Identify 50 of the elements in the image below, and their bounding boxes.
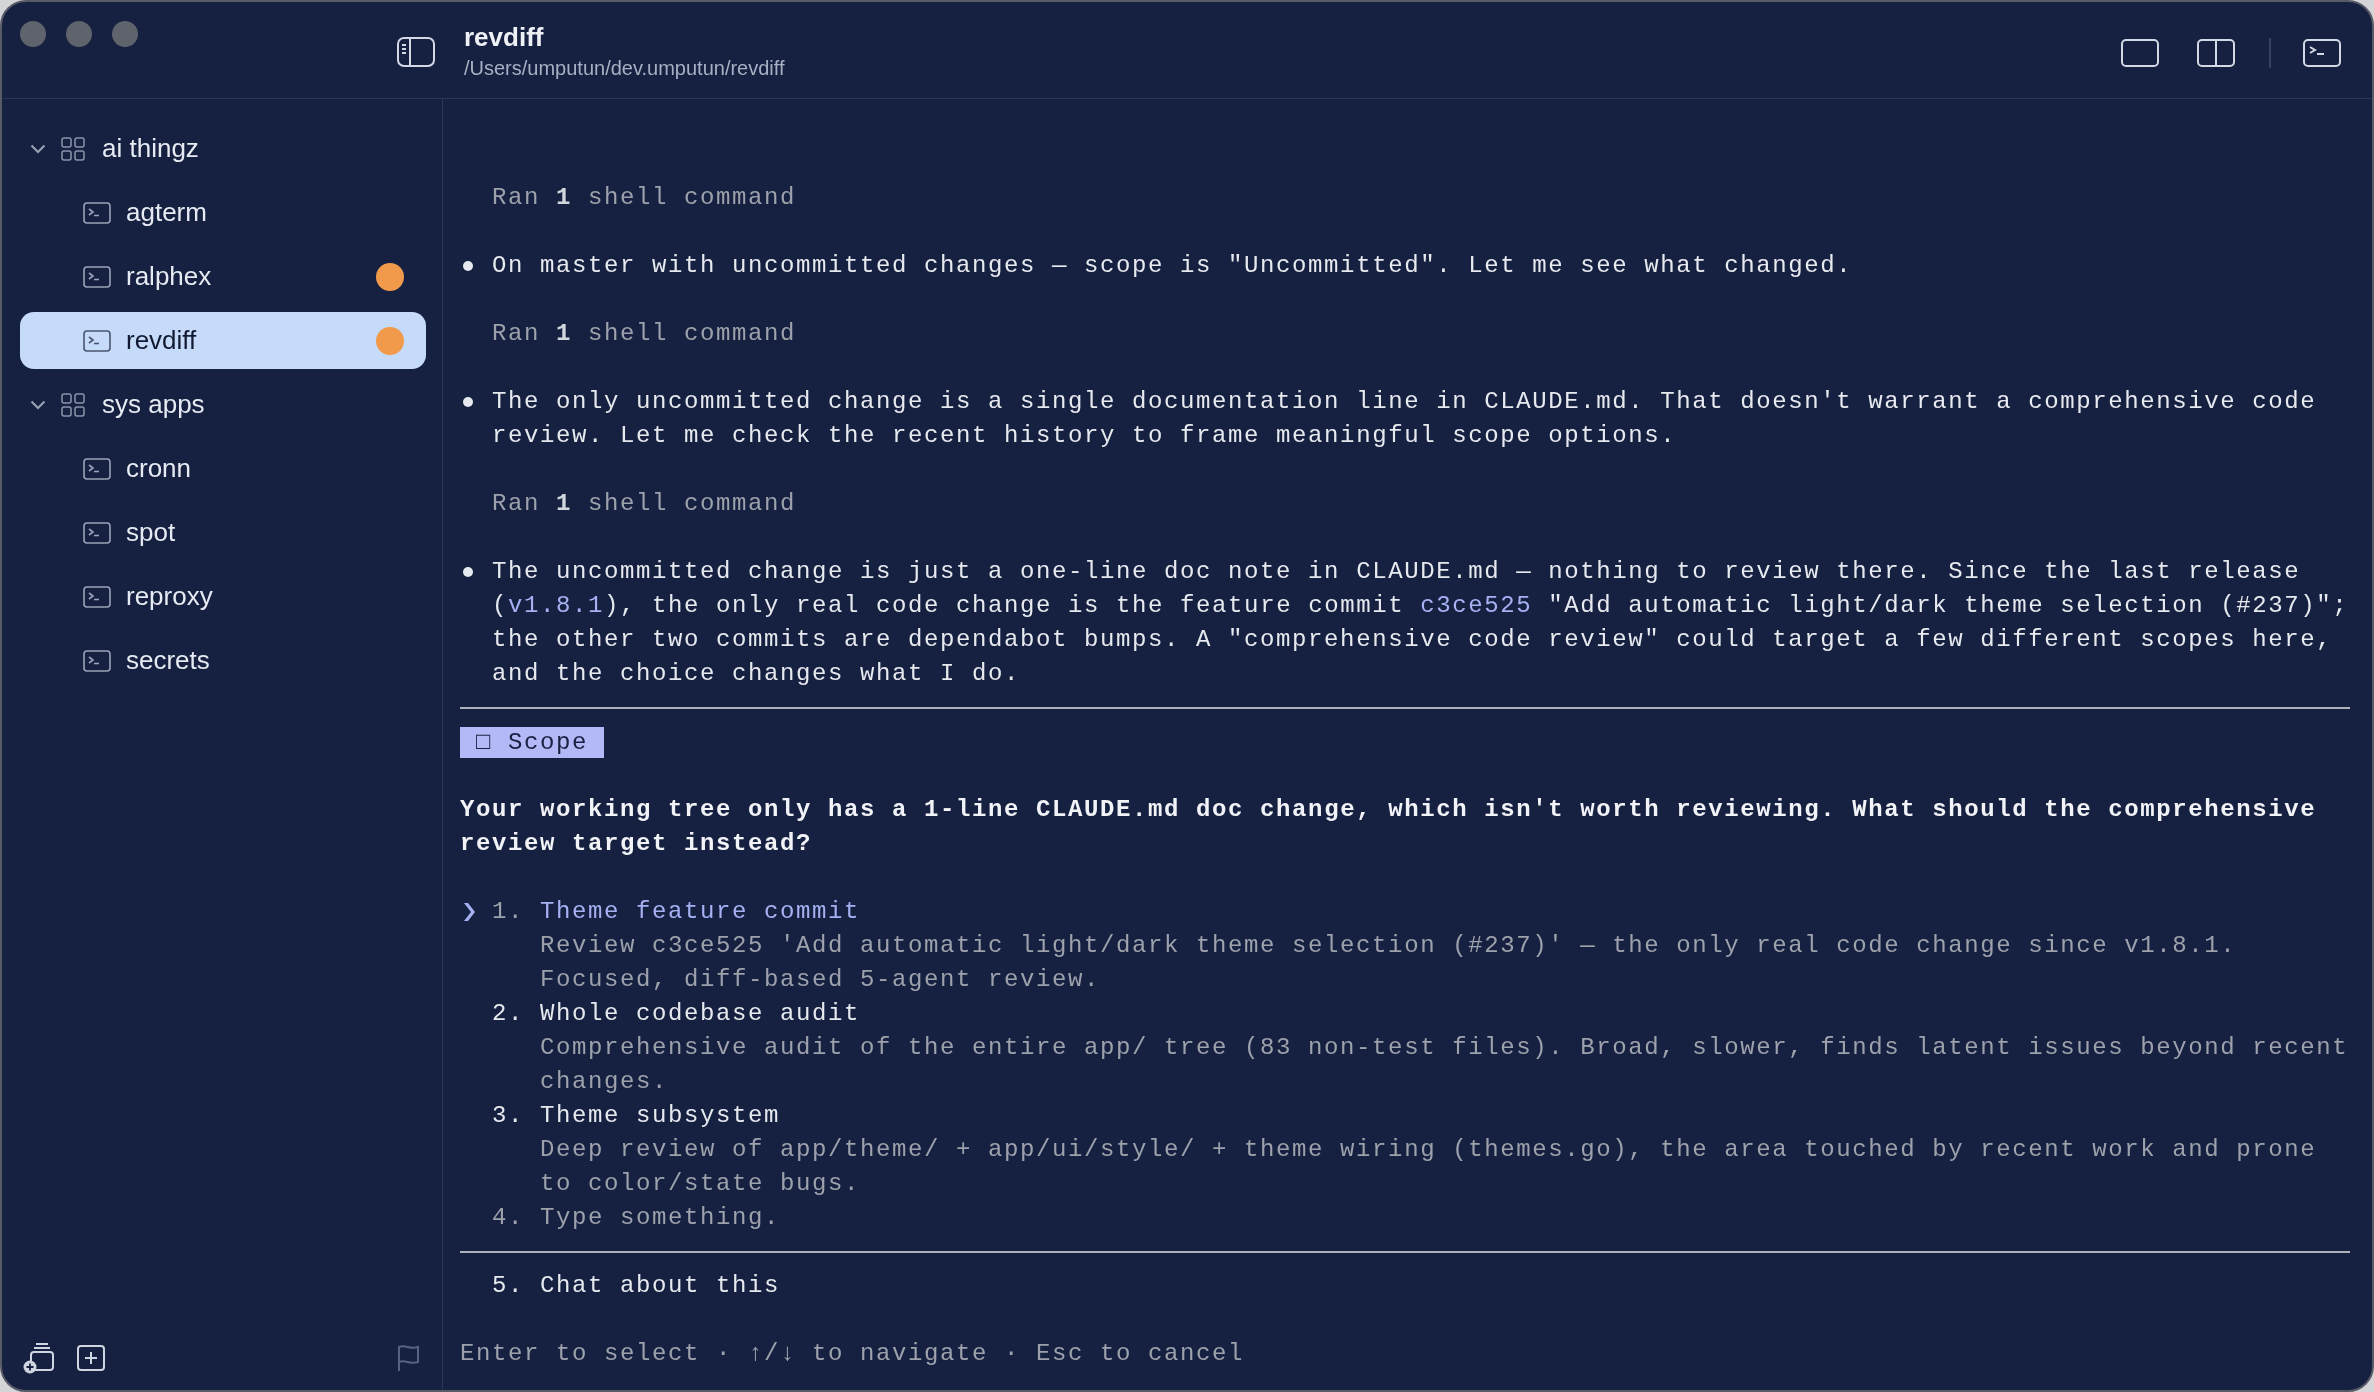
grid-icon [61,136,85,161]
terminal-icon [83,585,111,608]
sidebar-item[interactable]: reproxy [20,568,426,625]
sidebar-item[interactable]: ralphex [20,248,426,305]
terminal-icon [83,329,111,352]
chevron-icon [464,903,475,921]
inline-link[interactable]: c3ce525 [1420,592,1533,619]
terminal-icon [83,265,111,288]
sidebar-item[interactable]: revdiff [20,312,426,369]
scope-tag: □ Scope [460,726,605,758]
add-icon[interactable] [77,1345,105,1371]
bullet-icon [463,261,473,271]
message-text: The only uncommitted change is a single documentation line in CLAUDE.md. That doesn't warrant a comprehensive code review. Let me check the recent history to frame meaningful scope options. [492,387,2318,451]
sidebar-item[interactable]: agterm [20,184,426,241]
option-item[interactable]: 1. Theme feature commit Review c3ce525 'Add automatic light/dark theme selection (#237)' — the only real code change since v1.8.1. Focused, diff-based 5-agent review. [460,895,2350,997]
terminal-icon [83,457,111,480]
inline-link[interactable]: v1.8.1 [508,592,605,619]
message-text: On master with uncommitted changes — scope is "Uncommitted". Let me see what changed. [492,251,1854,281]
option-item[interactable]: 4. Type something. [460,1201,2350,1235]
single-pane-icon[interactable] [2121,39,2159,67]
hint-text: Enter to select · ↑/↓ to navigate · Esc to cancel [460,1339,1245,1369]
sidebar-group[interactable]: sys apps [20,376,426,433]
flag-icon[interactable] [396,1344,420,1372]
tool-summary: Ran 1 shell command [492,183,797,213]
terminal-icon [83,521,111,544]
grid-icon [61,392,85,417]
bullet-icon [463,397,473,407]
terminal-icon[interactable] [2303,39,2341,67]
bullet-icon [463,567,473,577]
terminal-icon [83,201,111,224]
window-title: revdiff [464,22,544,52]
split-pane-icon[interactable] [2197,39,2235,67]
sidebar-item[interactable]: secrets [20,632,426,689]
option-item[interactable]: 3. Theme subsystem Deep review of app/theme/ + app/ui/style/ + theme wiring (themes.go), the area touched by recent work and prone to color/state bugs. [460,1099,2350,1201]
option-item[interactable]: 5. Chat about this [460,1269,2350,1303]
tool-summary: Ran 1 shell command [492,489,797,519]
close-button[interactable] [20,21,46,47]
minimize-button[interactable] [66,21,92,47]
question-text: Your working tree only has a 1-line CLAUDE.md doc change, which isn't worth reviewing. What should the comprehensive review target instead? [460,795,2318,859]
sidebar-toggle-icon[interactable] [397,37,435,67]
tool-summary: Ran 1 shell command [492,319,797,349]
sidebar-item[interactable]: spot [20,504,426,561]
sidebar-item[interactable]: cronn [20,440,426,497]
window-path: /Users/umputun/dev.umputun/revdiff [464,56,785,81]
terminal-icon [83,649,111,672]
zoom-button[interactable] [112,21,138,47]
stack-plus-icon[interactable] [22,1342,54,1374]
option-item[interactable]: 2. Whole codebase audit Comprehensive audit of the entire app/ tree (83 non-test files). Broad, slower, finds latent issues beyond recent changes. [460,997,2350,1099]
sidebar-group[interactable]: ai thingz [20,120,426,177]
message-text: The uncommitted change is just a one-line doc note in CLAUDE.md — nothing to review there. Since the last release (v1.8.1), the only real code change is the feature commit c3ce525 "Add automatic light/dark theme selection (#237)"; the other two commits are dependabot bumps. A "comprehensive code review" could target a few different scopes here, and the choice changes what I do. [492,557,2350,689]
